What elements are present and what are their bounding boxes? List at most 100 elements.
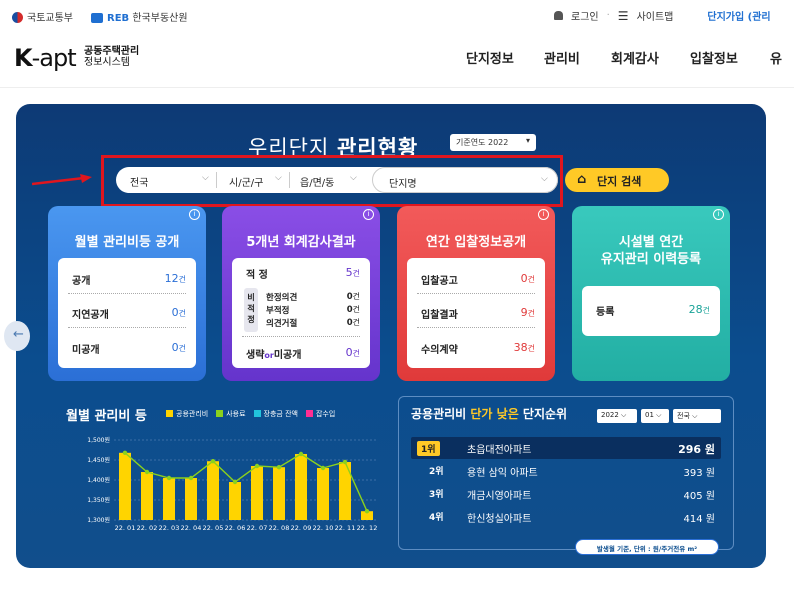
rank-row[interactable]: 3위 개금시영아파트 405 원 bbox=[415, 487, 715, 505]
prev-slide-button[interactable]: ← bbox=[4, 321, 30, 351]
stat-number: 0 bbox=[345, 346, 353, 359]
x-tick-label: 22. 09 bbox=[291, 524, 312, 532]
stat-unit: 건 bbox=[178, 309, 186, 318]
bar bbox=[163, 478, 175, 520]
year-filter-value: 2022 bbox=[601, 411, 619, 419]
card-title: 5개년 회계감사결과 bbox=[246, 235, 356, 250]
search-button-label: 단지 검색 bbox=[597, 175, 642, 188]
complex-search-button[interactable]: ⌂ 단지 검색 bbox=[565, 168, 669, 192]
card-audit-result[interactable]: i 5개년 회계감사결과 적 정 5건 비적정 한정의견 0건 부적정 0건 의견거절… bbox=[222, 206, 380, 381]
stat-value: 0건 bbox=[347, 304, 360, 315]
line-point bbox=[364, 509, 370, 514]
stat-number: 12 bbox=[164, 272, 179, 285]
divider bbox=[417, 327, 535, 328]
month-filter-value: 01 bbox=[645, 411, 654, 419]
stat-number: 0 bbox=[171, 306, 179, 319]
card-facility-maintenance[interactable]: i 시설별 연간 유지관리 이력등록 등록 28건 bbox=[572, 206, 730, 381]
stat-row: 등록 28건 bbox=[596, 303, 710, 318]
stat-number: 28 bbox=[688, 303, 703, 316]
kapt-logo[interactable]: K-apt bbox=[14, 44, 77, 72]
divider bbox=[417, 293, 535, 294]
stat-value: 12건 bbox=[165, 272, 186, 285]
stat-unit: 건 bbox=[527, 275, 535, 284]
rank-number: 2위 bbox=[429, 467, 444, 477]
sitemap-link[interactable]: 사이트맵 bbox=[637, 8, 674, 23]
bar bbox=[295, 454, 307, 520]
stat-value: 9건 bbox=[521, 306, 535, 319]
complex-name: 개금시영아파트 bbox=[467, 491, 532, 502]
stat-row: 공개 12건 bbox=[72, 272, 186, 287]
info-icon[interactable]: i bbox=[713, 209, 724, 220]
stat-unit: 건 bbox=[352, 269, 360, 278]
reb-link[interactable]: REB 한국부동산원 bbox=[91, 9, 188, 24]
stat-unit: 건 bbox=[527, 344, 535, 353]
stat-label: 생략or미공개 bbox=[246, 350, 301, 361]
logo-sub-line1: 공동주택관리 bbox=[84, 46, 140, 57]
info-icon[interactable]: i bbox=[189, 209, 200, 220]
ranking-note: 발생월 기준, 단위 : 원/주거전유 m² bbox=[575, 539, 719, 555]
divider bbox=[242, 336, 360, 337]
stat-row: 입찰공고 0건 bbox=[421, 272, 535, 287]
rank-row[interactable]: 1위 초읍대전아파트 296 원 bbox=[415, 441, 715, 459]
ranking-title-highlight: 단가 낮은 bbox=[470, 407, 519, 421]
y-tick-label: 1,400원 bbox=[87, 476, 110, 484]
rank-number: 3위 bbox=[429, 490, 444, 500]
molit-link[interactable]: 국토교통부 bbox=[12, 9, 73, 24]
line-point bbox=[210, 459, 216, 464]
separator-dot: · bbox=[606, 10, 610, 21]
region-filter-value: 전국 bbox=[677, 412, 690, 420]
rank-row[interactable]: 2위 용현 삼익 아파트 393 원 bbox=[415, 464, 715, 482]
card-monthly-fee[interactable]: i 월별 관리비등 공개 공개 12건 지연공개 0건 미공개 0건 bbox=[48, 206, 206, 381]
nav-complex-info[interactable]: 단지정보 bbox=[466, 48, 514, 67]
rank-row[interactable]: 4위 한신청실아파트 414 원 bbox=[415, 510, 715, 528]
stat-subrow: 부적정 0건 bbox=[266, 304, 360, 316]
region-filter[interactable]: 전국 ⌵ bbox=[673, 409, 721, 423]
nav-bidding[interactable]: 입찰정보 bbox=[690, 48, 738, 67]
stat-label: 등록 bbox=[596, 307, 615, 318]
y-tick-label: 1,500원 bbox=[87, 436, 110, 444]
info-icon[interactable]: i bbox=[363, 209, 374, 220]
line-point bbox=[254, 463, 260, 469]
stat-number: 38 bbox=[513, 341, 528, 354]
bar bbox=[251, 466, 263, 520]
month-filter[interactable]: 01 ⌵ bbox=[641, 409, 669, 423]
stat-row: 미공개 0건 bbox=[72, 341, 186, 356]
line-point bbox=[232, 479, 238, 485]
x-tick-label: 22. 03 bbox=[159, 524, 180, 532]
info-icon[interactable]: i bbox=[538, 209, 549, 220]
year-filter[interactable]: 2022 ⌵ bbox=[597, 409, 637, 423]
x-tick-label: 22. 04 bbox=[181, 524, 202, 532]
omit-label: 생략 bbox=[246, 350, 265, 361]
chevron-down-icon: ▾ bbox=[525, 136, 530, 145]
complex-name: 초읍대전아파트 bbox=[467, 445, 532, 456]
year-select-value: 기준연도 2022 bbox=[456, 138, 509, 147]
rank-number: 4위 bbox=[429, 513, 444, 523]
stat-unit: 건 bbox=[352, 292, 360, 301]
login-link[interactable]: 로그인 bbox=[571, 8, 599, 23]
undisclosed-label: 미공개 bbox=[273, 350, 302, 361]
stat-value: 0건 bbox=[347, 317, 360, 328]
nav-management-fee[interactable]: 관리비 bbox=[544, 48, 580, 67]
logo-subtitle: 공동주택관리 정보시스템 bbox=[84, 46, 139, 68]
card-body: 적 정 5건 비적정 한정의견 0건 부적정 0건 의견거절 0건 생략or미공개 0건 bbox=[232, 258, 370, 368]
join-link[interactable]: 단지가입 (관리 bbox=[707, 8, 770, 23]
card-title: 월별 관리비등 공개 bbox=[74, 235, 180, 250]
line-point bbox=[122, 450, 128, 455]
ranking-title-b: 단지순위 bbox=[522, 407, 568, 421]
card-bid-info[interactable]: i 연간 입찰정보공개 입찰공고 0건 입찰결과 9건 수의계약 38건 bbox=[397, 206, 555, 381]
stat-unit: 건 bbox=[352, 318, 360, 327]
bar bbox=[141, 472, 153, 520]
or-label: or bbox=[264, 351, 274, 360]
stat-label: 지연공개 bbox=[72, 310, 109, 321]
line-series bbox=[124, 452, 368, 512]
stat-label: 공개 bbox=[72, 276, 91, 287]
site-header: K-apt 공동주택관리 정보시스템 단지정보 관리비 회계감사 입찰정보 유 bbox=[0, 30, 794, 88]
nav-more[interactable]: 유 bbox=[770, 48, 782, 67]
bar bbox=[119, 452, 131, 520]
year-select[interactable]: 기준연도 2022 ▾ bbox=[450, 134, 536, 151]
stat-number: 0 bbox=[520, 272, 528, 285]
reb-logo-icon bbox=[91, 13, 103, 23]
stat-row: 수의계약 38건 bbox=[421, 341, 535, 356]
menu-icon: ☰ bbox=[617, 8, 629, 23]
nav-audit[interactable]: 회계감사 bbox=[611, 48, 659, 67]
